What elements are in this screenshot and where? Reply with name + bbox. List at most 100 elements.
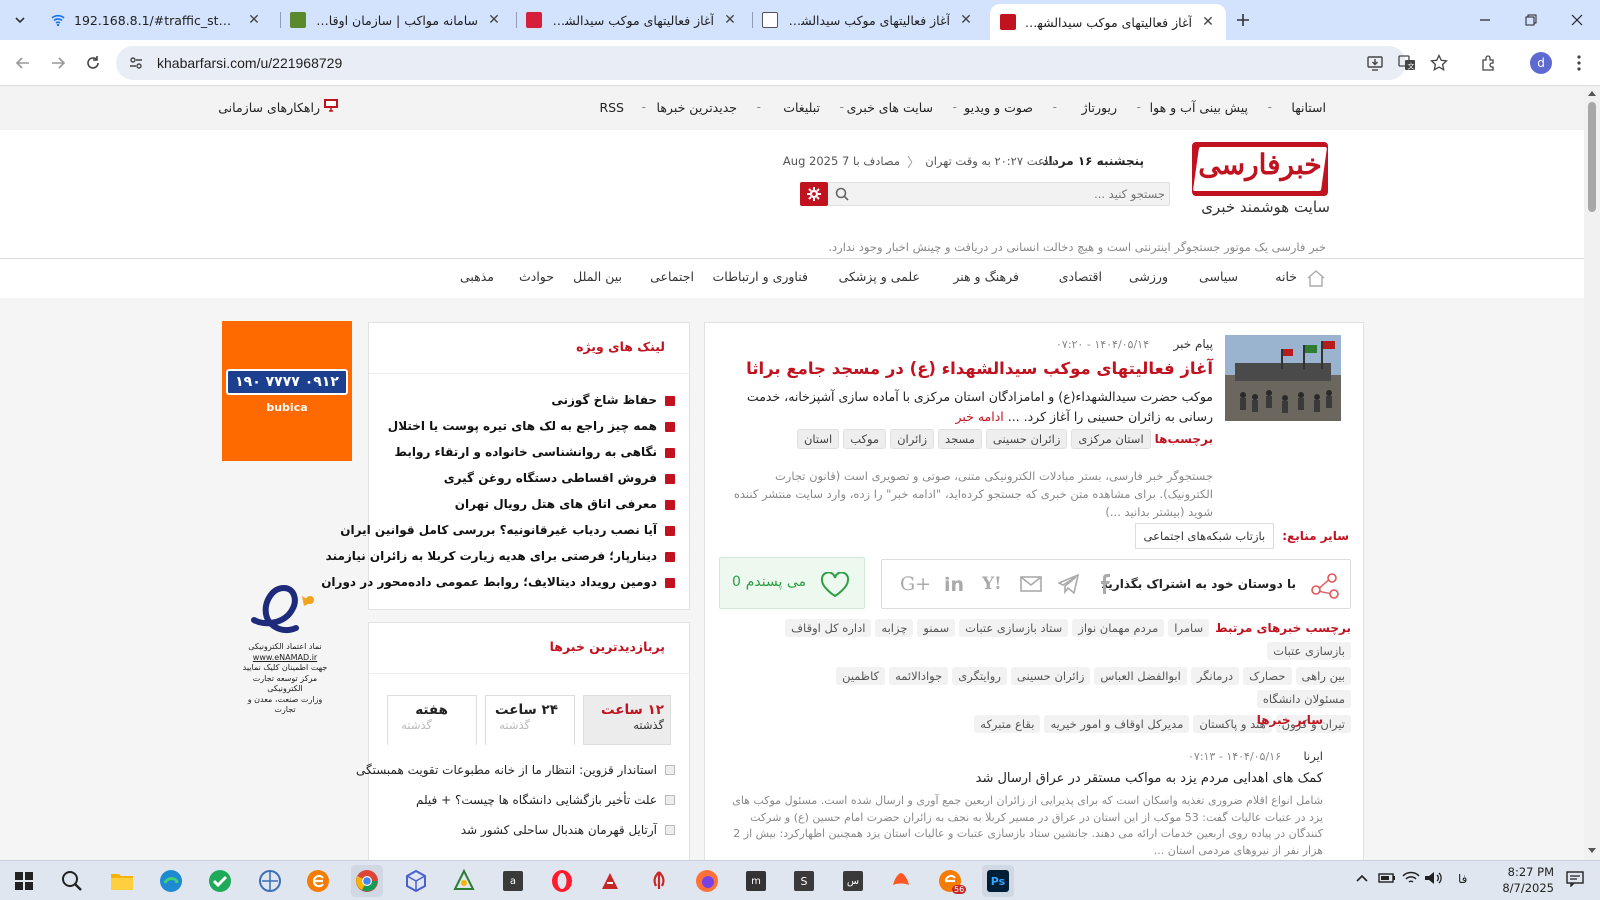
related-tag[interactable]: سامرا (1168, 619, 1210, 637)
extensions-icon[interactable] (1474, 48, 1504, 78)
cat-politics[interactable]: سیاسی (1199, 269, 1238, 284)
app-tree-icon[interactable] (448, 865, 480, 897)
file-explorer-icon[interactable] (106, 865, 138, 897)
related-tag[interactable]: بین راهی (1295, 667, 1351, 685)
language-indicator[interactable]: فا (1458, 872, 1467, 886)
social-reflection-button[interactable]: بازتاب شبکه‌های اجتماعی (1134, 523, 1275, 549)
special-link-item[interactable]: همه چیز راجع به لک های تیره پوست یا اختل… (388, 419, 675, 433)
special-link-item[interactable]: حفاظ شاخ گوزنی (551, 393, 675, 407)
special-link-item[interactable]: معرفی اتاق های هتل رویال تهران (455, 497, 675, 511)
tag-chip[interactable]: مسجد (938, 429, 982, 449)
search-icon[interactable] (56, 865, 88, 897)
translate-icon[interactable]: 文 (1392, 48, 1422, 78)
cat-science[interactable]: علمی و پزشکی (839, 269, 920, 284)
app-s-icon[interactable]: S (788, 865, 820, 897)
facebook-icon[interactable] (1096, 574, 1116, 594)
top-link-ads[interactable]: تبلیغات (783, 100, 820, 115)
special-link-item[interactable]: آیا نصب ردیاب غیرقانونیه؟ بررسی کامل قوا… (340, 523, 675, 537)
popular-item[interactable]: آرتایل قهرمان هندبال ساحلی کشور شد (461, 823, 675, 837)
top-link-reportage[interactable]: ریورتاژ (1082, 100, 1117, 115)
cat-technology[interactable]: فناوری و ارتباطات (713, 269, 809, 284)
google-plus-icon[interactable]: G+ (900, 573, 931, 595)
home-icon[interactable] (1306, 269, 1326, 287)
site-info-icon[interactable] (128, 55, 144, 71)
site-logo[interactable]: خبرفارسی (1192, 142, 1328, 196)
tag-chip[interactable]: استان (796, 429, 840, 449)
related-tag[interactable]: درمانگر (1190, 667, 1240, 685)
reload-icon[interactable] (78, 48, 108, 78)
related-tag[interactable]: زائران حسینی (1010, 667, 1091, 685)
forward-icon[interactable] (43, 48, 73, 78)
tab-article-1[interactable]: آغاز فعالیتهای موکب سیدالشهدا ✕ (516, 4, 748, 36)
edge-icon[interactable] (155, 865, 187, 897)
cat-religious[interactable]: مذهبی (460, 269, 494, 284)
related-tag[interactable]: کاظمین (836, 667, 886, 685)
related-tag[interactable]: روایتگری (952, 667, 1007, 685)
minimize-icon[interactable] (1462, 0, 1508, 40)
related-tag[interactable]: مسئولان دانشگاه (1256, 690, 1351, 708)
popular-item[interactable]: استاندار قزوین: انتظار ما از خانه مطبوعا… (356, 763, 675, 777)
cat-social[interactable]: اجتماعی (650, 269, 694, 284)
bookmark-star-icon[interactable] (1424, 48, 1454, 78)
yahoo-icon[interactable]: Y! (982, 574, 1002, 594)
close-tab-icon[interactable]: ✕ (958, 12, 974, 28)
related-tag[interactable]: جوادالائمه (889, 667, 949, 685)
tag-chip[interactable]: زائران (890, 429, 935, 449)
special-link-item[interactable]: فروش اقساطی دستگاه روغن گیری (444, 471, 675, 485)
like-button[interactable]: می پسندم 0 (719, 557, 865, 609)
tab-traffic-statistics[interactable]: 192.168.8.1/#traffic_statistics ✕ (40, 4, 272, 36)
article-source[interactable]: پیام خبر (1173, 337, 1213, 351)
chrome-icon[interactable] (351, 865, 383, 897)
install-app-icon[interactable] (1360, 48, 1390, 78)
tab-article-2[interactable]: آغاز فعالیتهای موکب سیدالشهداء ✕ (752, 4, 984, 36)
profile-avatar[interactable]: d (1526, 48, 1556, 78)
article-title[interactable]: آغاز فعالیتهای موکب سیدالشهداء (ع) در مس… (746, 359, 1213, 378)
top-link-latest[interactable]: جدیدترین خبرها (657, 100, 737, 115)
linkedin-icon[interactable]: in (944, 574, 964, 596)
app-m-icon[interactable]: س (837, 865, 869, 897)
tag-chip[interactable]: موکب (843, 429, 887, 449)
cat-culture[interactable]: فرهنگ و هنر (953, 269, 1019, 284)
app-emblem-icon[interactable] (643, 865, 675, 897)
related-tag[interactable]: اداره کل اوقاف (785, 619, 872, 637)
org-solutions-link[interactable]: راهکارهای سازمانی (218, 100, 320, 115)
network-app-icon[interactable] (254, 865, 286, 897)
special-link-item[interactable]: نگاهی به روانشناسی خانواده و ارتقاء رواب… (395, 445, 675, 459)
app-cube-icon[interactable] (400, 865, 432, 897)
new-tab-icon[interactable] (1228, 5, 1258, 35)
notifications-icon[interactable] (1566, 871, 1584, 887)
special-link-item[interactable]: دینارپار؛ فرصتی برای هدیه زیارت کربلا به… (326, 549, 675, 563)
battery-icon[interactable] (1378, 871, 1396, 885)
related-tag[interactable]: ابوالفضل العباس (1094, 667, 1187, 685)
browser-e-icon[interactable] (302, 865, 334, 897)
wifi-tray-icon[interactable] (1402, 871, 1420, 885)
read-more-link[interactable]: ادامه خبر (955, 409, 1003, 424)
popular-tab-12h[interactable]: ۱۲ ساعت گذشته (583, 695, 671, 745)
related-tag[interactable]: مدیرکل اوقاف و امور خیریه (1044, 715, 1190, 733)
top-link-rss[interactable]: RSS (599, 100, 624, 115)
related-tag[interactable]: حصارک (1243, 667, 1292, 685)
related-tag[interactable]: بازسازی عتبات (1267, 642, 1351, 660)
news2-source[interactable]: ایرنا (1304, 749, 1323, 763)
page-scrollbar[interactable] (1584, 86, 1600, 860)
tab-article-active[interactable]: آغاز فعالیتهای موکب سیدالشهداء ✕ (990, 4, 1226, 40)
photoshop-icon[interactable]: Ps (982, 865, 1014, 897)
scrollbar-thumb[interactable] (1588, 102, 1596, 212)
back-icon[interactable] (8, 48, 38, 78)
search-settings-button[interactable] (800, 182, 828, 206)
top-link-provinces[interactable]: استانها (1291, 100, 1326, 115)
news2-title[interactable]: کمک های اهدایی مردم یزد به مواکب مستقر د… (976, 771, 1323, 786)
search-icon[interactable] (835, 187, 849, 201)
security-icon[interactable] (204, 865, 236, 897)
cat-economy[interactable]: اقتصادی (1059, 269, 1102, 284)
app-badge-icon[interactable]: 56 (934, 865, 967, 897)
enamad-badge[interactable]: نماد اعتماد الکترونیکی www.eNAMAD.ir جهت… (240, 580, 330, 714)
top-link-news-sites[interactable]: سایت های خبری (847, 100, 933, 115)
url-text[interactable]: khabarfarsi.com/u/221968729 (157, 46, 342, 80)
top-link-audio-video[interactable]: صوت و ویدیو (964, 100, 1033, 115)
telegram-icon[interactable] (1058, 574, 1080, 594)
related-tag[interactable]: چزابه (875, 619, 914, 637)
close-tab-icon[interactable]: ✕ (486, 12, 502, 28)
browser-menu-icon[interactable] (1564, 48, 1594, 78)
firefox-icon[interactable] (691, 865, 723, 897)
